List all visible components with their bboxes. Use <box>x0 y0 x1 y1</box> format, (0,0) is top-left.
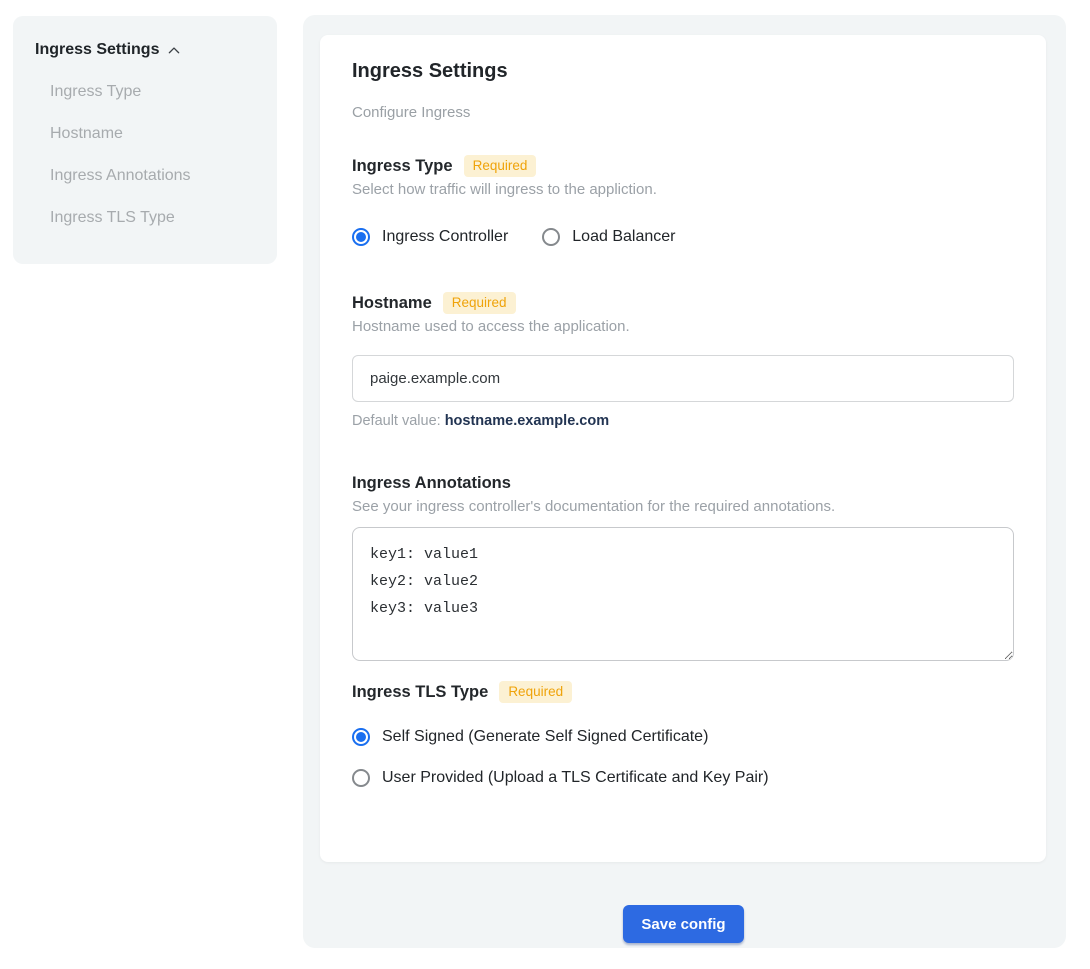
ingress-annotations-textarea[interactable]: key1: value1 key2: value2 key3: value3 <box>352 527 1014 661</box>
page-subtitle: Configure Ingress <box>352 104 1014 122</box>
required-badge: Required <box>499 681 572 703</box>
radio-selected-icon[interactable] <box>352 228 370 246</box>
ingress-type-help: Select how traffic will ingress to the a… <box>352 181 1014 199</box>
sidebar-item-ingress-type[interactable]: Ingress Type <box>50 82 256 101</box>
ingress-annotations-help: See your ingress controller's documentat… <box>352 498 1014 516</box>
default-value-text: hostname.example.com <box>445 413 609 429</box>
radio-ingress-controller-label: Ingress Controller <box>382 227 508 247</box>
hostname-input[interactable] <box>352 355 1014 402</box>
ingress-settings-card: Ingress Settings Configure Ingress Ingre… <box>320 35 1046 862</box>
section-ingress-tls-type: Ingress TLS Type Required Self Signed (G… <box>352 681 1014 788</box>
default-value-prefix: Default value: <box>352 413 445 429</box>
section-ingress-annotations: Ingress Annotations See your ingress con… <box>352 472 1014 661</box>
hostname-label: Hostname <box>352 292 432 314</box>
required-badge: Required <box>464 155 537 177</box>
page-title: Ingress Settings <box>352 59 1014 83</box>
ingress-annotations-label: Ingress Annotations <box>352 472 511 494</box>
ingress-tls-type-label: Ingress TLS Type <box>352 681 488 703</box>
main-panel: Ingress Settings Configure Ingress Ingre… <box>303 15 1066 948</box>
sidebar-group-label: Ingress Settings <box>35 41 159 59</box>
radio-self-signed[interactable]: Self Signed (Generate Self Signed Certif… <box>352 727 1014 747</box>
sidebar-items: Ingress Type Hostname Ingress Annotation… <box>50 82 256 227</box>
ingress-tls-radio-group: Self Signed (Generate Self Signed Certif… <box>352 727 1014 788</box>
radio-user-provided[interactable]: User Provided (Upload a TLS Certificate … <box>352 768 1014 788</box>
radio-load-balancer[interactable]: Load Balancer <box>542 227 675 247</box>
radio-unselected-icon[interactable] <box>352 769 370 787</box>
radio-selected-icon[interactable] <box>352 728 370 746</box>
radio-self-signed-label: Self Signed (Generate Self Signed Certif… <box>382 727 708 747</box>
sidebar-item-ingress-annotations[interactable]: Ingress Annotations <box>50 166 256 185</box>
section-hostname: Hostname Required Hostname used to acces… <box>352 292 1014 430</box>
radio-load-balancer-label: Load Balancer <box>572 227 675 247</box>
radio-unselected-icon[interactable] <box>542 228 560 246</box>
ingress-type-label: Ingress Type <box>352 155 453 177</box>
radio-ingress-controller[interactable]: Ingress Controller <box>352 227 508 247</box>
sidebar-item-ingress-tls-type[interactable]: Ingress TLS Type <box>50 208 256 227</box>
ingress-type-radio-group: Ingress Controller Load Balancer <box>352 227 1014 247</box>
required-badge: Required <box>443 292 516 314</box>
radio-user-provided-label: User Provided (Upload a TLS Certificate … <box>382 768 769 788</box>
hostname-default-value: Default value: hostname.example.com <box>352 413 1014 430</box>
section-ingress-type: Ingress Type Required Select how traffic… <box>352 155 1014 247</box>
sidebar-group-ingress-settings[interactable]: Ingress Settings <box>34 41 256 59</box>
settings-sidebar: Ingress Settings Ingress Type Hostname I… <box>13 16 277 264</box>
chevron-up-icon <box>167 44 181 58</box>
save-config-button[interactable]: Save config <box>623 905 744 943</box>
sidebar-item-hostname[interactable]: Hostname <box>50 124 256 143</box>
hostname-help: Hostname used to access the application. <box>352 318 1014 336</box>
